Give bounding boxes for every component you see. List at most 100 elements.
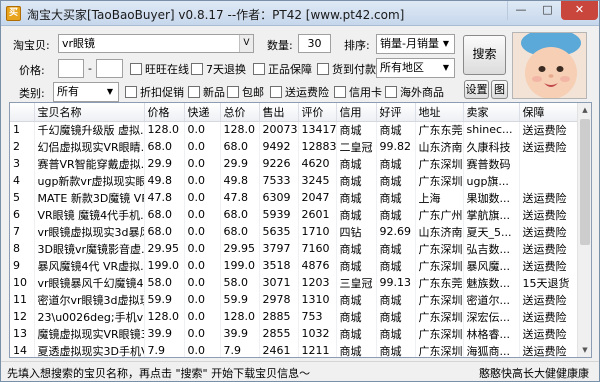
table-row[interactable]: 5MATE 新款3D魔镜 VR...47.80.047.863092047商城商… <box>10 189 579 206</box>
vertical-scrollbar[interactable]: ▲ ▼ <box>577 103 591 357</box>
column-header-location[interactable]: 地址 <box>415 103 464 122</box>
close-button[interactable]: ✕ <box>561 1 598 20</box>
table-row[interactable]: 4ugp新款vr虚拟现实眼...49.80.049.875333245商城商城广… <box>10 172 579 189</box>
search-button[interactable]: 搜索 <box>463 35 506 75</box>
column-header-positive-rate[interactable]: 好评 <box>376 103 416 122</box>
cell-seller: 久康科技 <box>463 138 520 155</box>
cash-on-delivery-label: 货到付款 <box>332 63 376 76</box>
maximize-button[interactable]: □ <box>534 1 561 20</box>
category-value: 所有 <box>57 85 79 98</box>
cell-total-price: 39.9 <box>220 325 260 342</box>
cell-reviews: 12883 <box>298 138 337 155</box>
cell-total-price: 58.0 <box>220 274 260 291</box>
cell-guarantee: 送运费险 <box>519 342 579 357</box>
settings-button[interactable]: 设置 <box>464 80 489 99</box>
credit-card-label: 信用卡 <box>349 86 382 99</box>
discount-checkbox[interactable]: 折扣促销 <box>125 84 184 100</box>
column-header-total-price[interactable]: 总价 <box>220 103 260 122</box>
keyword-input[interactable]: vr眼镜 <box>58 34 254 53</box>
region-select[interactable]: 所有地区 ▼ <box>376 58 455 78</box>
return-insurance-checkbox[interactable]: 送运费险 <box>270 84 329 100</box>
sort-select[interactable]: 销量-月销量 ▼ <box>376 34 455 54</box>
cell-positive-rate: 商城 <box>376 172 416 189</box>
genuine-guarantee-checkbox[interactable]: 正品保障 <box>253 61 312 77</box>
cell-seller: 赛普数码 <box>463 155 520 172</box>
cell-credit: 商城 <box>336 291 377 308</box>
cell-guarantee <box>519 155 579 172</box>
cell-item-name: VR眼镜 魔镜4代手机... <box>34 206 145 223</box>
cell-credit: 三皇冠 <box>336 274 377 291</box>
category-select[interactable]: 所有 ▼ <box>53 82 119 102</box>
cell-sold: 20073 <box>259 121 299 138</box>
table-row[interactable]: 1 千幻魔镜升级版 虚拟... 128.0 0.0 128.0 20073 13417 商城商… <box>10 121 579 138</box>
column-header-reviews[interactable]: 评价 <box>298 103 337 122</box>
count-label: 数量: <box>267 39 293 52</box>
table-row[interactable]: 10 vr眼镜暴风千幻魔镜4... 58.0 0.0 58.0 3071 1203 三皇冠 99… <box>10 274 579 291</box>
table-header-row: 宝贝名称 价格 快递 总价 售出 评价 信用 好评 地址 卖家 保障 <box>10 103 579 122</box>
table-row[interactable]: 3 赛普VR智能穿戴虚拟... 29.9 0.0 29.9 9226 4620 商城 商城 广东深… <box>10 155 579 172</box>
cell-location: 广东广州 <box>415 206 464 223</box>
table-row[interactable]: 1223\u0026deg;手机vr...128.00.0128.0288575… <box>10 308 579 325</box>
image-button[interactable]: 图 <box>491 80 508 99</box>
cell-shipping: 0.0 <box>184 274 221 291</box>
cell-row-number: 11 <box>10 291 35 308</box>
keyword-history-dropdown[interactable]: V <box>239 35 253 52</box>
cell-credit: 四钻 <box>336 223 377 240</box>
checkbox-box <box>188 86 200 98</box>
column-header-row-number[interactable] <box>10 103 35 122</box>
table-row[interactable]: 8 3D眼镜vr魔镜影音虚... 29.95 0.0 29.95 3797 7160 商城 商城… <box>10 240 579 257</box>
column-header-shipping[interactable]: 快递 <box>184 103 221 122</box>
minimize-button[interactable]: — <box>507 1 534 20</box>
credit-card-checkbox[interactable]: 信用卡 <box>334 84 382 100</box>
cell-guarantee: 送运费险 <box>519 206 579 223</box>
cell-sold: 2855 <box>259 325 299 342</box>
scroll-up-icon[interactable]: ▲ <box>578 103 591 117</box>
cell-row-number: 13 <box>10 325 35 342</box>
scroll-thumb[interactable] <box>580 119 590 245</box>
table-row[interactable]: 6 VR眼镜 魔镜4代手机... 68.0 0.0 68.0 5939 2601 商城 商城 广东… <box>10 206 579 223</box>
cell-reviews: 1310 <box>298 291 337 308</box>
cell-price: 68.0 <box>144 206 185 223</box>
status-hint: 先填入想搜索的宝贝名称，再点击 "搜索" 开始下载宝贝信息～ <box>7 367 311 380</box>
cell-reviews: 1032 <box>298 325 337 342</box>
count-input[interactable]: 30 <box>298 34 331 53</box>
cell-total-price: 29.9 <box>220 155 260 172</box>
column-header-sold[interactable]: 售出 <box>259 103 299 122</box>
column-header-price[interactable]: 价格 <box>144 103 185 122</box>
scroll-down-icon[interactable]: ▼ <box>578 343 591 357</box>
free-shipping-checkbox[interactable]: 包邮 <box>227 84 264 100</box>
cell-row-number: 4 <box>10 172 35 189</box>
price-max-input[interactable] <box>96 59 123 78</box>
table-row[interactable]: 2 幻侣虚拟现实VR眼睛... 68.0 0.0 68.0 9492 12883 二皇冠 99.… <box>10 138 579 155</box>
cell-location: 广东东莞 <box>415 121 464 138</box>
seven-day-return-label: 7天退换 <box>206 63 246 76</box>
overseas-checkbox[interactable]: 海外商品 <box>385 84 444 100</box>
cell-row-number: 5 <box>10 189 35 206</box>
cell-shipping: 0.0 <box>184 291 221 308</box>
cell-sold: 2978 <box>259 291 299 308</box>
column-header-seller[interactable]: 卖家 <box>463 103 520 122</box>
cell-seller: 掌航旗... <box>463 206 520 223</box>
cash-on-delivery-checkbox[interactable]: 货到付款 <box>317 61 376 77</box>
cell-location: 广东深圳 <box>415 325 464 342</box>
table-row[interactable]: 9 暴风魔镜4代 VR虚拟... 199.0 0.0 199.0 3518 4876 商城 商城… <box>10 257 579 274</box>
column-header-guarantee[interactable]: 保障 <box>519 103 579 122</box>
table-row[interactable]: 11密道尔vr眼镜3d虚拟现...59.90.059.929781310商城商城… <box>10 291 579 308</box>
table-row[interactable]: 13魔镜虚拟现实VR眼镜3...39.90.039.928551032商城商城广… <box>10 325 579 342</box>
seven-day-return-checkbox[interactable]: 7天退换 <box>191 61 246 77</box>
table-row[interactable]: 7vr眼镜虚拟现实3d暴风...68.00.068.056351710四钻92.… <box>10 223 579 240</box>
results-table: 宝贝名称 价格 快递 总价 售出 评价 信用 好评 地址 卖家 保障 1 千幻魔镜升级版 虚拟... 1… <box>9 102 592 358</box>
cell-reviews: 4620 <box>298 155 337 172</box>
cell-reviews: 2047 <box>298 189 337 206</box>
cell-location: 广东深圳 <box>415 172 464 189</box>
table-row[interactable]: 14夏透虚拟现实3D手机V...7.90.07.924611211商城商城广东深… <box>10 342 579 357</box>
wangwang-online-checkbox[interactable]: 旺旺在线 <box>130 61 189 77</box>
cell-item-name: 3D眼镜vr魔镜影音虚... <box>34 240 145 257</box>
new-item-checkbox[interactable]: 新品 <box>188 84 225 100</box>
price-min-input[interactable] <box>58 59 84 78</box>
cell-sold: 5939 <box>259 206 299 223</box>
cell-location: 山东济南 <box>415 223 464 240</box>
column-header-credit[interactable]: 信用 <box>336 103 377 122</box>
cell-price: 59.9 <box>144 291 185 308</box>
column-header-item-name[interactable]: 宝贝名称 <box>34 103 145 122</box>
